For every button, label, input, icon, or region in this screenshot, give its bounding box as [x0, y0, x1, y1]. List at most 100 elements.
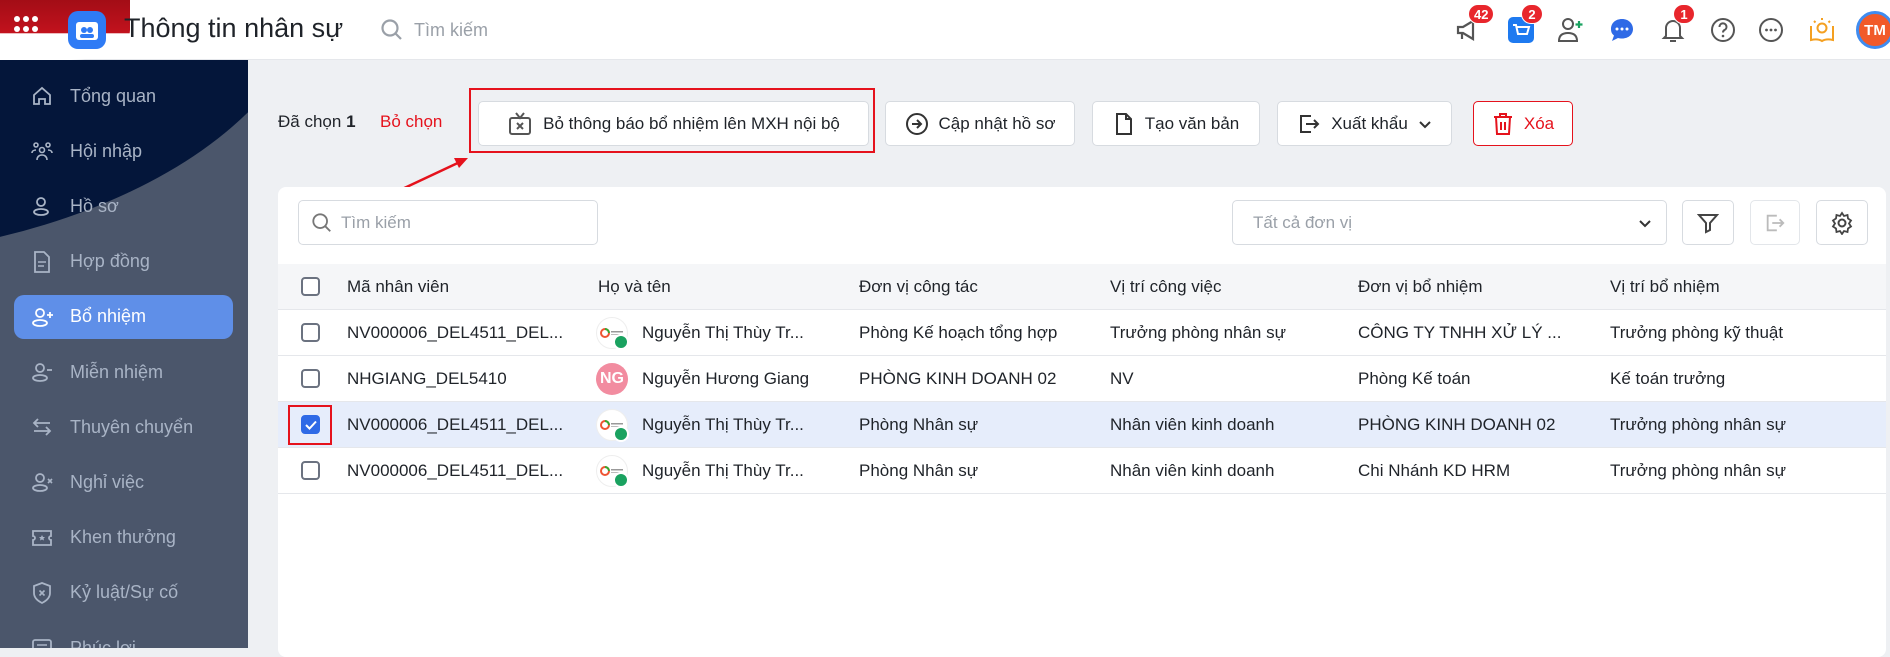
search-icon	[381, 19, 402, 40]
cart-badge: 2	[1521, 4, 1543, 24]
sidebar-item-2[interactable]: Hồ sơ	[14, 184, 233, 228]
app-title: Thông tin nhân sự	[124, 13, 344, 43]
unpublish-label: Bỏ thông báo bổ nhiệm lên MXH nội bộ	[543, 113, 840, 133]
sidebar-item-label: Bổ nhiệm	[70, 306, 147, 327]
announcement-badge: 42	[1468, 4, 1495, 24]
filter-button[interactable]	[1682, 200, 1734, 245]
filter-icon	[1697, 213, 1719, 234]
export-dropdown-button[interactable]: Xuất khẩu	[1277, 101, 1452, 146]
deselect-link[interactable]: Bỏ chọn	[380, 112, 442, 132]
job-position: Nhân viên kinh doanh	[1110, 415, 1275, 434]
global-search[interactable]: Tìm kiếm	[380, 18, 488, 42]
chevron-down-icon	[1419, 120, 1431, 128]
export-table-button[interactable]	[1750, 200, 1800, 245]
transfer-icon	[32, 418, 52, 436]
search-icon	[312, 212, 331, 232]
table-row[interactable]: NV000006_DEL4511_DEL... Nguyễn Thị Thùy …	[278, 448, 1886, 494]
table-search-input[interactable]: Tìm kiếm	[298, 200, 598, 245]
table-settings-button[interactable]	[1816, 200, 1868, 245]
chevron-down-icon	[1639, 219, 1651, 227]
tv-x-icon	[509, 111, 532, 135]
sidebar-item-label: Tổng quan	[70, 85, 157, 106]
sidebar-item-4[interactable]: Bổ nhiệm	[14, 294, 233, 339]
table-row[interactable]: NHGIANG_DEL5410 NG Nguyễn Hương Giang PH…	[278, 356, 1886, 402]
update-profile-button[interactable]: Cập nhật hồ sơ	[885, 101, 1075, 146]
more-button[interactable]	[1753, 12, 1789, 48]
appoint-position: Kế toán trưởng	[1610, 369, 1726, 388]
document-icon	[1115, 112, 1132, 135]
sidebar-item-label: Hợp đồng	[70, 251, 150, 272]
column-header-appoint-position[interactable]: Vị trí bổ nhiệm	[1610, 277, 1720, 297]
table-header: Mã nhân viên Họ và tên Đơn vị công tác V…	[278, 264, 1886, 310]
help-button[interactable]	[1705, 12, 1741, 48]
notifications-badge: 1	[1673, 4, 1695, 24]
row-checkbox[interactable]	[301, 323, 320, 342]
column-header-unit[interactable]: Đơn vị công tác	[859, 277, 978, 297]
sidebar-item-5[interactable]: Miễn nhiệm	[14, 350, 233, 394]
delete-button[interactable]: Xóa	[1473, 101, 1573, 146]
appoint-unit: Phòng Kế toán	[1358, 369, 1471, 388]
employee-name[interactable]: Nguyễn Hương Giang	[642, 369, 809, 389]
users-icon	[31, 142, 53, 161]
export-label: Xuất khẩu	[1331, 113, 1408, 133]
unpublish-appointment-button[interactable]: Bỏ thông báo bổ nhiệm lên MXH nội bộ	[478, 101, 869, 146]
column-header-name[interactable]: Họ và tên	[598, 277, 671, 297]
sidebar-item-7[interactable]: Nghỉ việc	[14, 460, 233, 504]
user-minus-icon	[32, 363, 52, 382]
avatar: NG	[596, 363, 628, 395]
app-grid-icon[interactable]	[14, 16, 40, 42]
work-unit: Phòng Nhân sự	[859, 461, 979, 480]
add-user-button[interactable]	[1553, 12, 1589, 48]
user-avatar[interactable]: TM	[1856, 11, 1890, 49]
trash-icon	[1493, 112, 1512, 135]
employee-name[interactable]: Nguyễn Thị Thùy Tr...	[642, 323, 804, 343]
home-icon	[33, 86, 51, 105]
column-header-code[interactable]: Mã nhân viên	[347, 277, 449, 297]
export-icon	[1300, 114, 1320, 133]
sidebar-item-8[interactable]: Khen thưởng	[14, 516, 233, 560]
delete-label: Xóa	[1523, 113, 1555, 133]
table-row[interactable]: NV000006_DEL4511_DEL... Nguyễn Thị Thùy …	[278, 402, 1886, 448]
create-document-button[interactable]: Tạo văn bản	[1092, 101, 1260, 146]
appoint-unit: PHÒNG KINH DOANH 02	[1358, 415, 1556, 434]
job-position: Trưởng phòng nhân sự	[1110, 323, 1286, 342]
appoint-unit: Chi Nhánh KD HRM	[1358, 461, 1511, 480]
unit-select-placeholder: Tất cả đơn vị	[1253, 212, 1353, 232]
verified-badge-icon	[613, 472, 629, 488]
lightbulb-book-icon	[1810, 18, 1834, 43]
notifications-button[interactable]: 1	[1655, 4, 1695, 48]
sidebar-item-6[interactable]: Thuyên chuyển	[14, 405, 233, 449]
app-logo-icon	[68, 11, 106, 49]
row-checkbox[interactable]	[301, 369, 320, 388]
sidebar-item-label: Khen thưởng	[70, 527, 176, 548]
sidebar-item-1[interactable]: Hội nhập	[14, 129, 233, 173]
employee-name[interactable]: Nguyễn Thị Thùy Tr...	[642, 461, 804, 481]
column-header-position[interactable]: Vị trí công việc	[1110, 277, 1222, 297]
column-header-appoint-unit[interactable]: Đơn vị bổ nhiệm	[1358, 277, 1483, 297]
user-x-icon	[32, 473, 53, 493]
ticket-star-icon	[32, 529, 52, 546]
employee-code: NV000006_DEL4511_DEL...	[347, 415, 564, 434]
guide-button[interactable]	[1804, 12, 1840, 48]
update-profile-label: Cập nhật hồ sơ	[938, 113, 1056, 133]
chat-icon	[1611, 19, 1633, 41]
selected-label: Đã chọn	[278, 112, 342, 131]
employee-name[interactable]: Nguyễn Thị Thùy Tr...	[642, 415, 804, 435]
help-icon	[1711, 18, 1735, 42]
row-checkbox[interactable]	[301, 461, 320, 480]
sidebar-item-10[interactable]: Phúc lợi	[14, 626, 233, 648]
select-all-checkbox[interactable]	[301, 277, 320, 296]
table-row[interactable]: NV000006_DEL4511_DEL... Nguyễn Thị Thùy …	[278, 310, 1886, 356]
sidebar-item-3[interactable]: Hợp đồng	[14, 240, 233, 284]
sidebar-item-9[interactable]: Kỷ luật/Sự cố	[14, 571, 233, 615]
work-unit: Phòng Nhân sự	[859, 415, 979, 434]
unit-select[interactable]: Tất cả đơn vị	[1232, 200, 1667, 245]
sidebar: Tổng quan Hội nhập Hồ sơ Hợp đồng Bổ nhiệm Mi…	[0, 60, 248, 648]
announcement-button[interactable]: 42	[1450, 4, 1495, 48]
sidebar-item-0[interactable]: Tổng quan	[14, 74, 233, 118]
cart-button[interactable]: 2	[1503, 4, 1543, 48]
employee-code: NHGIANG_DEL5410	[347, 369, 507, 388]
chat-button[interactable]	[1604, 12, 1640, 48]
sidebar-item-label: Thuyên chuyển	[70, 416, 194, 437]
employee-code: NV000006_DEL4511_DEL...	[347, 323, 564, 342]
